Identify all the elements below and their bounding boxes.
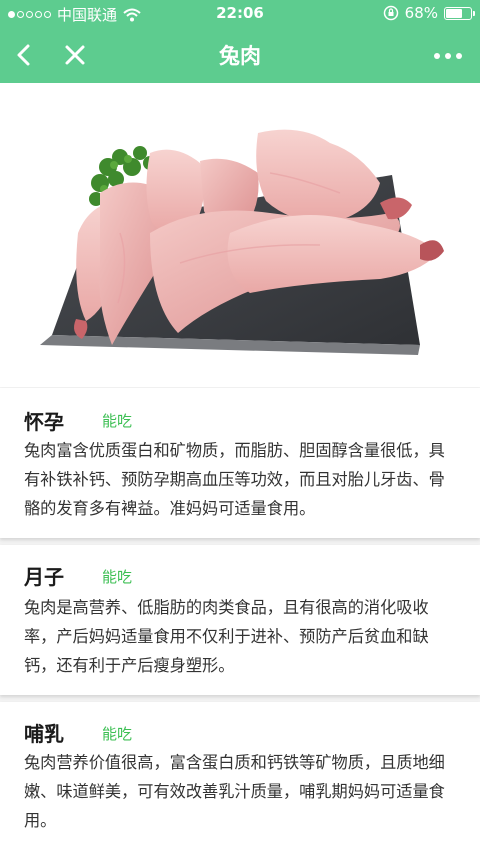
battery-fill [446, 8, 462, 18]
page-title: 兔肉 [219, 44, 261, 68]
section-card-postpartum: 月子 能吃 兔肉是高营养、低脂肪的肉类食品，且有很高的消化吸收率，产后妈妈适量食… [0, 545, 480, 695]
status-bar: 中国联通 22:06 68% [0, 0, 480, 27]
battery-percent: 68% [404, 4, 438, 22]
more-icon[interactable] [430, 41, 466, 71]
section-title: 怀孕 [24, 410, 64, 434]
rotation-lock-icon [383, 5, 398, 21]
status-badge: 能吃 [102, 412, 133, 430]
status-right: 68% [383, 4, 475, 22]
section-body: 兔肉富含优质蛋白和矿物质，而脂肪、胆固醇含量很低，具有补铁补钙、预防孕期高血压等… [24, 441, 445, 518]
battery-icon [444, 6, 475, 20]
hero-image [0, 83, 480, 387]
section-body: 兔肉是高营养、低脂肪的肉类食品，且有很高的消化吸收率，产后妈妈适量食用不仅利于进… [24, 598, 429, 675]
section-body: 兔肉营养价值很高，富含蛋白质和钙铁等矿物质，且质地细嫩、味道鲜美，可有效改善乳汁… [24, 753, 445, 830]
status-badge: 能吃 [102, 568, 133, 586]
rabbit-meat-photo [40, 129, 444, 355]
battery-cap [473, 10, 475, 16]
status-badge: 能吃 [102, 725, 133, 743]
nav-bar: 兔肉 [0, 27, 480, 83]
section-card-breastfeeding: 哺乳 能吃 兔肉营养价值很高，富含蛋白质和钙铁等矿物质，且质地细嫩、味道鲜美，可… [0, 702, 480, 854]
section-title: 月子 [24, 565, 64, 589]
section-card-pregnancy: 怀孕 能吃 兔肉富含优质蛋白和矿物质，而脂肪、胆固醇含量很低，具有补铁补钙、预防… [0, 388, 480, 538]
section-title: 哺乳 [24, 722, 64, 746]
